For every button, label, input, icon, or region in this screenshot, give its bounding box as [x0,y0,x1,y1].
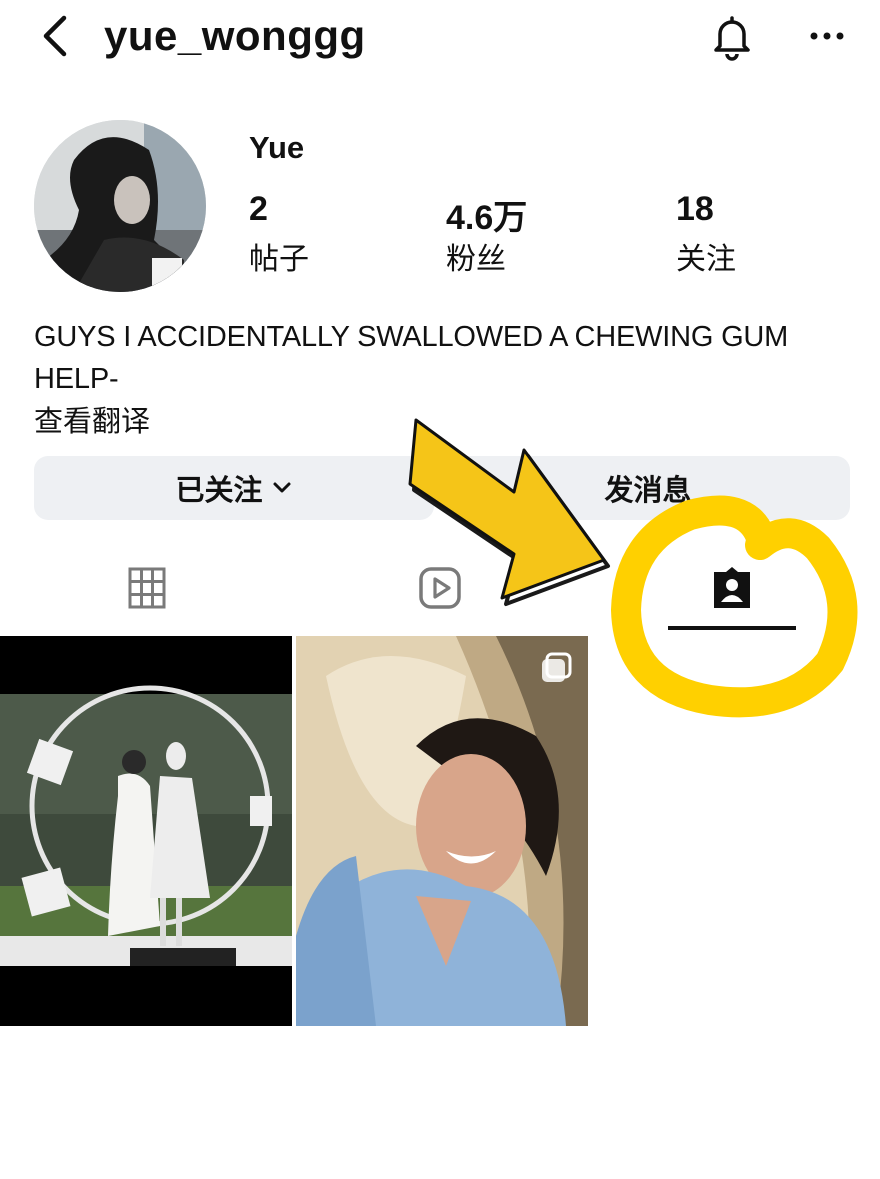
profile-username: yue_wonggg [104,12,366,59]
tab-tagged[interactable] [702,562,762,618]
posts-label: 帖子 [249,242,309,277]
grid-icon [127,566,167,615]
chevron-down-icon [271,471,293,505]
followers-count[interactable]: 4.6万 [446,190,527,239]
watermark [672,1128,868,1156]
tab-reels[interactable] [410,562,470,618]
following-button-label: 已关注 [175,473,263,507]
following-count[interactable]: 18 [676,190,714,229]
post-thumbnail[interactable] [296,636,588,1026]
message-button-label: 发消息 [604,473,692,507]
following-button[interactable]: 已关注 [34,456,434,520]
reels-play-icon [417,565,463,616]
followers-label[interactable]: 粉丝 [446,234,506,278]
display-name: Yue [249,130,305,165]
tagged-person-icon [708,564,756,617]
more-horizontal-icon[interactable] [800,18,856,54]
see-translation-link[interactable]: 查看翻译 [34,398,150,440]
message-button[interactable]: 发消息 [446,456,850,520]
chevron-left-icon[interactable] [38,12,78,60]
avatar[interactable] [34,120,206,292]
selected-tab-indicator [668,626,796,630]
bell-icon[interactable] [706,10,758,62]
posts-count: 2 [249,190,268,228]
post-thumbnail[interactable] [0,636,292,1026]
profile-bio: GUYS I ACCIDENTALLY SWALLOWED A CHEWING … [34,321,789,395]
carousel-icon [538,650,574,691]
following-label[interactable]: 关注 [676,234,736,278]
tab-grid[interactable] [117,562,177,618]
